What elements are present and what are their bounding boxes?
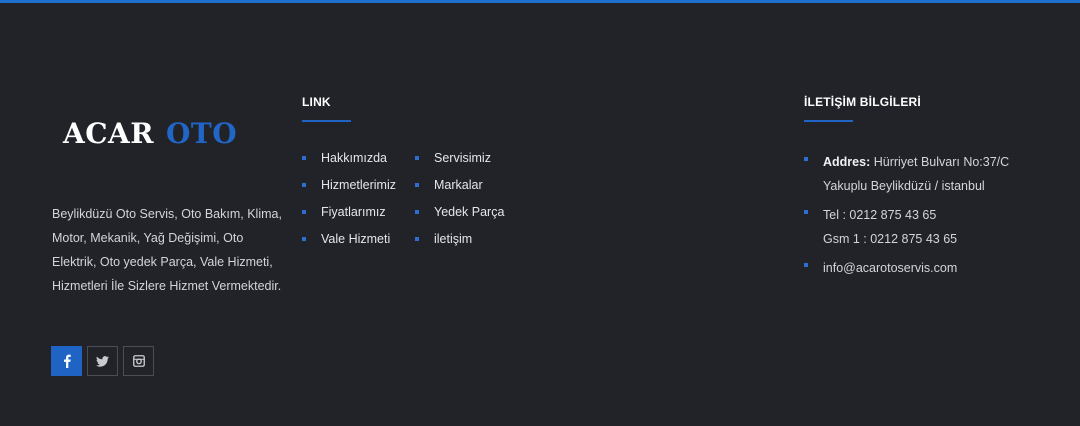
link-label: Vale Hizmeti bbox=[321, 232, 391, 246]
bullet-icon bbox=[302, 210, 306, 214]
about-text: Beylikdüzü Oto Servis, Oto Bakım, Klima,… bbox=[52, 207, 282, 293]
links-list-left: Hakkımızda Hizmetlerimiz Fiyatlarımız Va… bbox=[302, 150, 396, 258]
instagram-button[interactable] bbox=[123, 346, 154, 376]
brand-logo[interactable]: ACAR OTO bbox=[63, 116, 237, 152]
email-link[interactable]: info@acarotoservis.com bbox=[823, 261, 957, 275]
link-label: iletişim bbox=[434, 232, 473, 246]
link-servisimiz[interactable]: Servisimiz bbox=[415, 150, 504, 177]
link-label: Hizmetlerimiz bbox=[321, 178, 396, 192]
link-label: Hakkımızda bbox=[321, 151, 387, 165]
contact-email: info@acarotoservis.com bbox=[804, 256, 1064, 280]
bullet-icon bbox=[415, 156, 419, 160]
gsm-text[interactable]: Gsm 1 : 0212 875 43 65 bbox=[823, 232, 957, 246]
links-list-right: Servisimiz Markalar Yedek Parça iletişim bbox=[415, 150, 504, 258]
links-heading: LINK bbox=[302, 95, 351, 122]
bullet-icon bbox=[804, 210, 808, 214]
contact-phones: Tel : 0212 875 43 65 Gsm 1 : 0212 875 43… bbox=[804, 203, 1064, 251]
top-accent-bar bbox=[0, 0, 1080, 3]
social-links bbox=[51, 346, 154, 376]
link-label: Yedek Parça bbox=[434, 205, 505, 219]
facebook-icon bbox=[63, 354, 71, 368]
contact-address: Addres: Hürriyet Bulvarı No:37/C Yakuplu… bbox=[804, 150, 1064, 198]
bullet-icon bbox=[804, 157, 808, 161]
bullet-icon bbox=[415, 183, 419, 187]
contact-heading-text: İLETİŞİM BİLGİLERİ bbox=[804, 95, 921, 109]
links-heading-text: LINK bbox=[302, 95, 331, 109]
bullet-icon bbox=[804, 263, 808, 267]
link-label: Servisimiz bbox=[434, 151, 491, 165]
bullet-icon bbox=[302, 237, 306, 241]
link-iletisim[interactable]: iletişim bbox=[415, 231, 504, 258]
address-label: Addres: bbox=[823, 155, 871, 169]
logo-word-oto: OTO bbox=[166, 117, 238, 150]
link-fiyatlarimiz[interactable]: Fiyatlarımız bbox=[302, 204, 396, 231]
link-label: Fiyatlarımız bbox=[321, 205, 386, 219]
address-line1: Hürriyet Bulvarı No:37/C bbox=[873, 155, 1010, 169]
tel-text[interactable]: Tel : 0212 875 43 65 bbox=[823, 208, 936, 222]
link-label: Markalar bbox=[434, 178, 483, 192]
links-heading-underline bbox=[302, 120, 351, 122]
link-markalar[interactable]: Markalar bbox=[415, 177, 504, 204]
link-hakkimizda[interactable]: Hakkımızda bbox=[302, 150, 396, 177]
link-vale-hizmeti[interactable]: Vale Hizmeti bbox=[302, 231, 396, 258]
link-yedek-parca[interactable]: Yedek Parça bbox=[415, 204, 504, 231]
bullet-icon bbox=[302, 156, 306, 160]
twitter-button[interactable] bbox=[87, 346, 118, 376]
contact-heading: İLETİŞİM BİLGİLERİ bbox=[804, 95, 921, 122]
instagram-icon bbox=[132, 355, 145, 367]
bullet-icon bbox=[415, 210, 419, 214]
logo-word-acar: ACAR bbox=[63, 117, 155, 150]
contact-info: Addres: Hürriyet Bulvarı No:37/C Yakuplu… bbox=[804, 150, 1064, 280]
address-line2: Yakuplu Beylikdüzü / istanbul bbox=[823, 179, 985, 193]
bullet-icon bbox=[302, 183, 306, 187]
bullet-icon bbox=[415, 237, 419, 241]
facebook-button[interactable] bbox=[51, 346, 82, 376]
twitter-icon bbox=[96, 355, 109, 367]
contact-heading-underline bbox=[804, 120, 853, 122]
link-hizmetlerimiz[interactable]: Hizmetlerimiz bbox=[302, 177, 396, 204]
